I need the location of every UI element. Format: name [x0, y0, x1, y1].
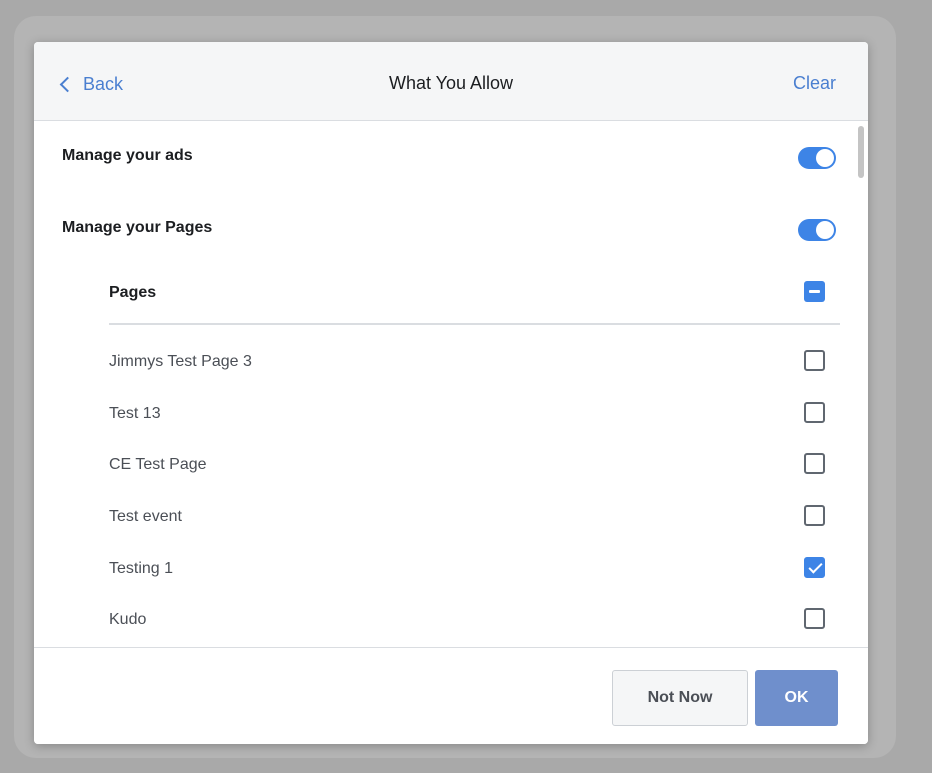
toggle-knob	[816, 149, 834, 167]
page-checkbox[interactable]	[804, 402, 825, 423]
permissions-dialog: Back What You Allow Clear Manage your ad…	[34, 42, 868, 744]
pages-select-all-checkbox[interactable]	[804, 281, 825, 302]
scrollbar-thumb[interactable]	[858, 126, 864, 178]
page-label: Test 13	[109, 405, 161, 422]
page-row[interactable]: Test event	[109, 498, 840, 538]
page-row[interactable]: Kudo	[109, 601, 840, 641]
page-checkbox[interactable]	[804, 505, 825, 526]
pages-header-label: Pages	[109, 284, 157, 301]
toggle-knob	[816, 221, 834, 239]
dialog-footer: Not Now OK	[34, 647, 868, 744]
page-row[interactable]: Jimmys Test Page 3	[109, 343, 840, 383]
page-checkbox[interactable]	[804, 453, 825, 474]
dialog-title: What You Allow	[388, 73, 514, 93]
not-now-button[interactable]: Not Now	[612, 670, 748, 726]
page-label: Jimmys Test Page 3	[109, 353, 252, 370]
permissions-list[interactable]: Manage your ads Manage your Pages Pages …	[34, 121, 868, 647]
checkmark-icon	[808, 559, 823, 574]
page-label: CE Test Page	[109, 456, 207, 473]
permission-label-pages: Manage your Pages	[62, 219, 213, 236]
page-checkbox[interactable]	[804, 608, 825, 629]
page-checkbox[interactable]	[804, 350, 825, 371]
ok-button[interactable]: OK	[755, 670, 838, 726]
page-row[interactable]: Testing 1	[109, 550, 840, 590]
page-label: Test event	[109, 508, 182, 525]
minus-icon	[809, 290, 820, 293]
page-label: Kudo	[109, 611, 147, 628]
page-row[interactable]: Test 13	[109, 395, 840, 435]
permission-label-ads: Manage your ads	[62, 147, 193, 164]
toggle-manage-pages[interactable]	[798, 219, 836, 241]
page-row[interactable]: CE Test Page	[109, 446, 840, 486]
toggle-manage-ads[interactable]	[798, 147, 836, 169]
page-checkbox-checked[interactable]	[804, 557, 825, 578]
clear-button[interactable]: Clear	[793, 73, 836, 94]
dialog-header: Back What You Allow Clear	[34, 42, 868, 121]
pages-divider	[109, 323, 840, 325]
page-label: Testing 1	[109, 560, 174, 577]
